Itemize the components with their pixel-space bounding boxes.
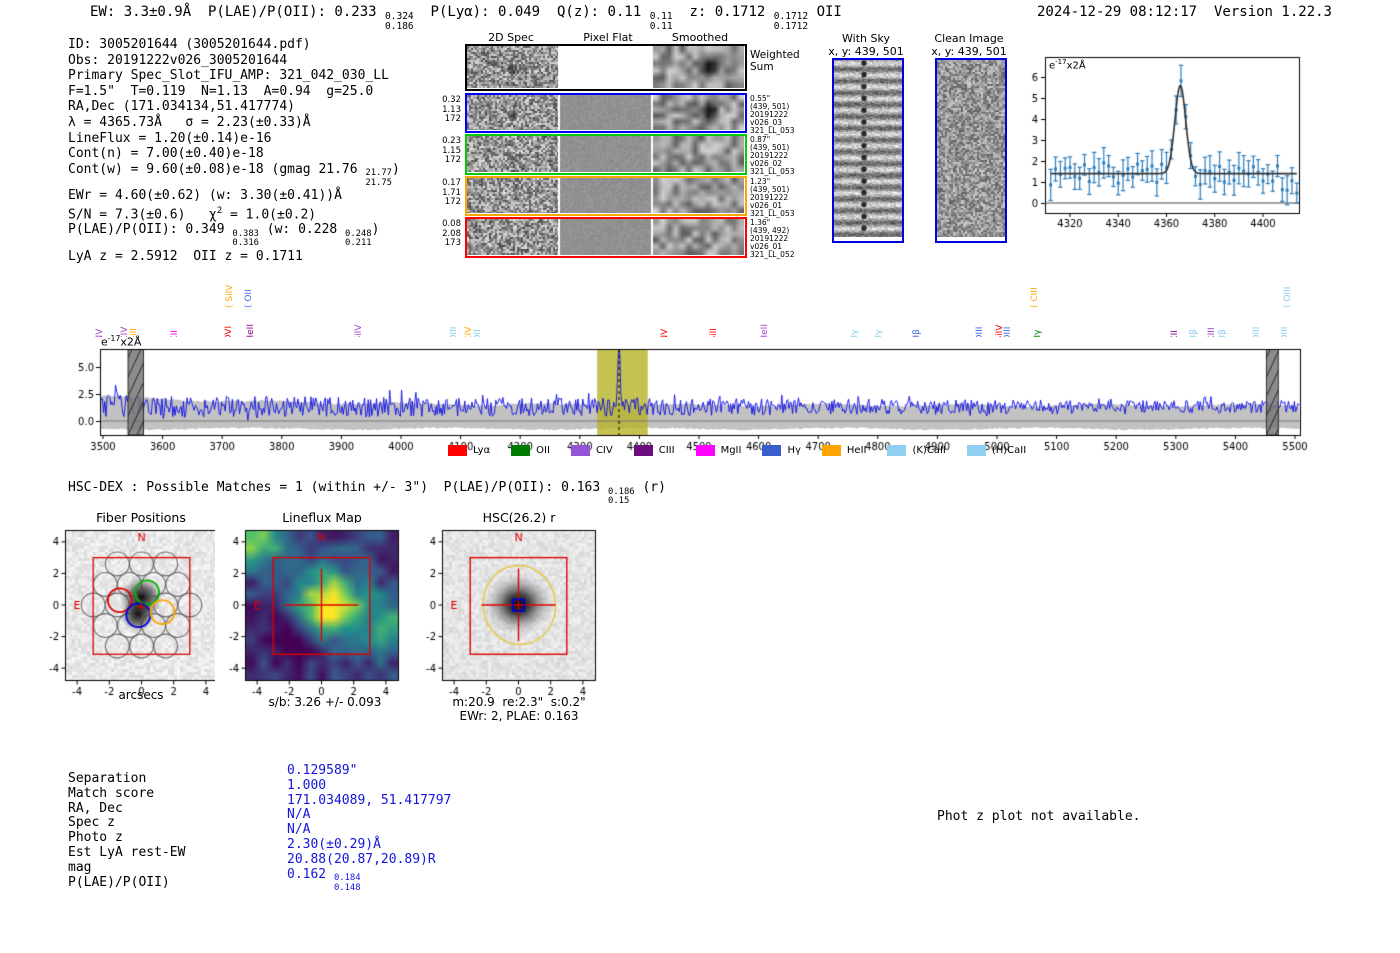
match-label: Match score (68, 785, 155, 801)
strip-right-label: 0.87" (439, 501) 20191222 v026_02 321_LL_053 (750, 135, 795, 176)
match-label: Spec z (68, 815, 115, 831)
info-line: Cont(w) = 9.60(±0.08)e-18 (gmag 21.76 21… (68, 161, 400, 188)
photz-note: Phot z plot not available. (937, 809, 1141, 824)
info-line: F=1.5" T=0.119 N=1.13 A=0.94 g=25.0 (68, 83, 374, 99)
match-value: 20.88(20.87,20.89)R (287, 851, 436, 867)
info-line: LyA z = 2.5912 OII z = 0.1711 (68, 248, 303, 264)
info-line: EWr = 4.60(±0.62) (w: 3.30(±0.41))Å (68, 187, 342, 203)
spectral-line-label: ( SiIV (225, 284, 235, 308)
strip-left-label: 0.23 1.15 172 (442, 136, 461, 165)
info-line: λ = 4365.73Å σ = 2.23(±0.33)Å (68, 114, 311, 130)
hsc-caption-2: EWr: 2, PLAE: 0.163 (459, 709, 579, 723)
match-label: Photo z (68, 830, 123, 846)
info-line: ID: 3005201644 (3005201644.pdf) (68, 37, 311, 52)
legend-item: (K)CaII (887, 445, 946, 456)
detection-info-block: ID: 3005201644 (3005201644.pdf) Obs: 2019… (68, 37, 400, 264)
match-label: Est LyA rest-EW (68, 844, 186, 860)
info-line: S/N = 7.3(±0.6) χ2 = 1.0(±0.2) (68, 205, 317, 222)
legend-item: Lyα (448, 445, 490, 456)
hsc-cutout-plot (412, 523, 607, 708)
legend-item: (H)CaII (966, 445, 1026, 456)
fitplot-unit-label: e-17x2Å (1049, 58, 1086, 72)
match-label: RA, Dec (68, 800, 123, 816)
info-line: Cont(n) = 7.00(±0.40)e-18 (68, 146, 264, 162)
full-spectrum-plot (70, 337, 1315, 459)
spec2d-strip (465, 217, 747, 258)
fiber-positions-plot (35, 523, 230, 708)
report-date: 2024-12-29 08:12:17 (1036, 4, 1198, 20)
lineflux-caption: s/b: 3.26 +/- 0.093 (268, 695, 382, 709)
spec2d-strip (465, 93, 747, 133)
match-value: 0.162 0.184 0.148 (287, 866, 361, 893)
spec2d-strip (465, 44, 747, 91)
match-value: 0.129589" (287, 763, 358, 778)
legend-item: MgII (695, 445, 741, 456)
strip-right-label: 0.55" (439, 501) 20191222 v026_03 321_LL_053 (750, 94, 795, 135)
legend-item: Hγ (762, 445, 801, 456)
elixer-report-page: EW: 3.3±0.9Å P(LAE)/P(OII): 0.233 0.324 0… (0, 0, 1400, 953)
legend-swatch (633, 445, 653, 456)
legend-swatch (821, 445, 841, 456)
lineflux-map-plot (215, 523, 410, 708)
match-table-values: 0.129589" 1.000 171.034089, 51.417797 N/A N/… (287, 763, 452, 893)
match-label: mag (68, 859, 92, 875)
legend-item: HeII (821, 445, 866, 456)
strip-left-label: 0.32 1.13 172 (442, 95, 461, 124)
strip-left-label: 0.17 1.71 172 (442, 178, 461, 207)
legend-swatch (762, 445, 782, 456)
strip-right-label: 1.23" (439, 501) 20191222 v026_01 321_LL_053 (750, 177, 795, 218)
withsky-image (832, 58, 904, 243)
header-timestamp: 2024-12-29 08:12:17 Version 1.22.3 (1037, 4, 1332, 20)
match-label: Separation (68, 771, 147, 786)
info-line: P(LAE)/P(OII): 0.349 0.383 0.316 (w: 0.22… (68, 222, 380, 249)
match-value: 2.30(±0.29)Å (287, 836, 381, 852)
header-stats: EW: 3.3±0.9Å P(LAE)/P(OII): 0.233 0.324 0… (90, 4, 842, 32)
legend-swatch (448, 445, 467, 456)
legend-swatch (887, 445, 907, 456)
match-value: N/A (287, 807, 311, 823)
match-value: 171.034089, 51.417797 (287, 792, 452, 808)
col-header-2dspec: 2D Spec (488, 31, 534, 44)
spectral-line-label: ( OII (244, 289, 254, 308)
legend-swatch (570, 445, 590, 456)
legend-item: OII (511, 445, 550, 456)
legend-item: CIV (570, 445, 613, 456)
col-header-smoothed: Smoothed (671, 31, 729, 44)
cleanimage-image (935, 58, 1007, 243)
spectral-line-label: ( OIII (1283, 286, 1293, 308)
legend-swatch (966, 445, 986, 456)
info-line: RA,Dec (171.034134,51.417774) (68, 99, 295, 115)
spectrum-unit-label: e-17x2Å (101, 334, 142, 349)
spectrum-legend: Lyα OII CIV CIII MgII Hγ HeII (K)CaII (H)CaII (448, 445, 1026, 456)
hsc-caption-1: m:20.9 re:2.3" s:0.2" (452, 695, 586, 709)
match-table-labels: Separation Match score RA, Dec Spec z Photo … (68, 771, 186, 890)
legend-item: CIII (633, 445, 675, 456)
info-line: LineFlux = 1.20(±0.14)e-16 (68, 130, 272, 146)
spec2d-strip (465, 134, 747, 175)
strip-right-label: 1.36" (439, 492) 20191222 v026_01 321_LL_052 (750, 218, 795, 259)
info-line: Obs: 20191222v026_3005201644 (68, 52, 288, 68)
strip-left-label: 0.08 2.08 173 (442, 219, 461, 248)
legend-swatch (695, 445, 715, 456)
match-value: 1.000 (287, 777, 327, 793)
version-label: Version 1.22.3 (1213, 4, 1332, 20)
match-value: N/A (287, 822, 311, 838)
fiber-xlabel: arcsecs (118, 688, 164, 702)
match-label: P(LAE)/P(OII) (68, 874, 170, 890)
legend-swatch (511, 445, 531, 456)
spectral-line-label: ( CIII (1030, 287, 1040, 308)
strip-right-label: Weighted Sum (750, 49, 800, 73)
cleanimage-title: Clean Image x, y: 439, 501 (931, 32, 1007, 58)
line-fit-plot (1007, 45, 1307, 230)
col-header-pixelflat: Pixel Flat (583, 31, 633, 44)
info-line: Primary Spec_Slot_IFU_AMP: 321_042_030_L… (68, 68, 389, 84)
withsky-title: With Sky x, y: 439, 501 (828, 32, 904, 58)
hsc-dex-summary: HSC-DEX : Possible Matches = 1 (within +… (68, 480, 666, 506)
spec2d-strip (465, 176, 747, 216)
